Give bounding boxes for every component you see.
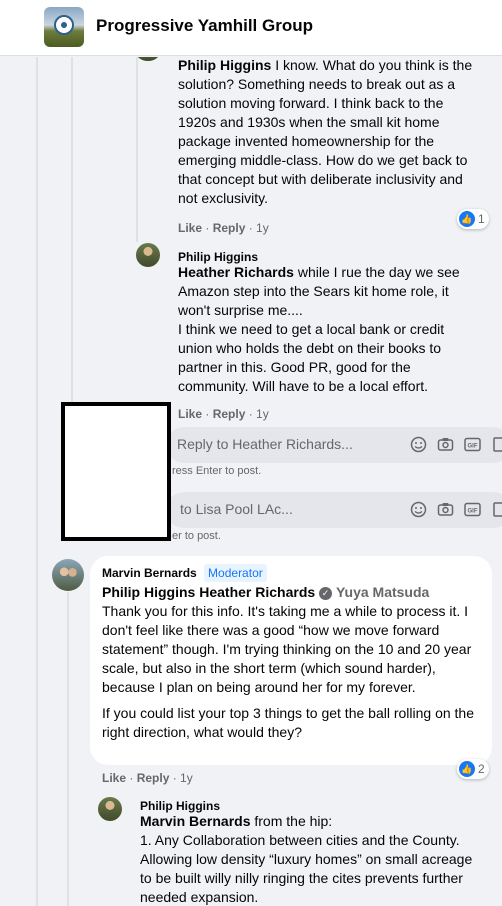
reply-button[interactable]: Reply — [213, 407, 246, 421]
avatar[interactable] — [52, 559, 84, 591]
thread-line — [67, 592, 69, 906]
comment-bubble: Philip Higgins I know. What do you think… — [166, 57, 494, 213]
camera-icon[interactable] — [437, 436, 454, 453]
thread-line — [36, 57, 38, 906]
reaction-count[interactable]: 👍 2 — [457, 759, 489, 779]
reply-placeholder: to Lisa Pool LAc... — [180, 501, 293, 517]
comment-author-row: Marvin Bernards Moderator — [102, 564, 267, 582]
moderator-badge: Moderator — [204, 564, 267, 582]
mention-link[interactable]: Heather Richards — [199, 584, 315, 600]
reply-input[interactable]: Reply to Heather Richards... GIF — [166, 427, 502, 463]
comment-actions: Like · Reply · 1y — [178, 407, 269, 421]
like-reaction-icon: 👍 — [459, 761, 475, 777]
avatar[interactable] — [136, 243, 160, 267]
camera-icon[interactable] — [437, 501, 454, 518]
comment-author[interactable]: Marvin Bernards — [102, 566, 197, 580]
mention-link[interactable]: Heather Richards — [178, 264, 294, 280]
comment-text-2: I think we need to get a local bank or c… — [178, 321, 445, 394]
like-button[interactable]: Like — [178, 221, 202, 235]
mention-link[interactable]: Philip Higgins — [102, 584, 195, 600]
comment-time[interactable]: 1y — [180, 771, 193, 785]
verified-icon: ✓ — [319, 587, 333, 600]
comment-author[interactable]: Philip Higgins — [178, 57, 271, 73]
reply-input[interactable]: to Lisa Pool LAc... GIF — [166, 492, 502, 528]
svg-text:GIF: GIF — [468, 509, 478, 515]
like-reaction-icon: 👍 — [459, 211, 475, 227]
group-avatar[interactable] — [44, 7, 84, 47]
mention-link[interactable]: Marvin Bernards — [140, 813, 250, 829]
gif-icon[interactable]: GIF — [464, 436, 481, 453]
comment-bubble: Philip Higgins Heather Richards while I … — [166, 241, 492, 401]
redaction-box — [61, 402, 171, 541]
emoji-icon[interactable] — [410, 436, 427, 453]
group-name[interactable]: Progressive Yamhill Group — [96, 16, 313, 36]
thread-line — [136, 57, 138, 242]
reply-placeholder: Reply to Heather Richards... — [177, 436, 353, 452]
avatar[interactable] — [98, 797, 122, 821]
comment-time[interactable]: 1y — [256, 407, 269, 421]
comment-text-2: 1. Any Collaboration between cities and … — [140, 832, 473, 905]
comment-text: from the hip: — [254, 813, 333, 829]
mention-link[interactable]: Yuya Matsuda — [336, 584, 429, 600]
gif-icon[interactable]: GIF — [464, 501, 481, 518]
group-header: Progressive Yamhill Group — [0, 0, 502, 56]
comment-text-2: If you could list your top 3 things to g… — [102, 705, 475, 740]
reaction-count[interactable]: 👍 1 — [457, 209, 489, 229]
comment-text: I know. What do you think is the solutio… — [178, 57, 473, 206]
comment-actions: Like · Reply · 1y — [102, 771, 193, 785]
emoji-icon[interactable] — [410, 501, 427, 518]
like-button[interactable]: Like — [102, 771, 126, 785]
comment-bubble: Marvin Bernards Moderator Philip Higgins… — [90, 556, 492, 765]
reply-hint: er to post. — [172, 530, 221, 542]
like-button[interactable]: Like — [178, 407, 202, 421]
comment-actions: Like · Reply · 1y — [178, 221, 269, 235]
reply-button[interactable]: Reply — [137, 771, 170, 785]
reply-hint: ress Enter to post. — [172, 465, 262, 477]
comment-bubble: Philip Higgins Marvin Bernards from the … — [128, 790, 492, 906]
avatar[interactable] — [136, 57, 160, 61]
comment-text: Thank you for this info. It's taking me … — [102, 603, 472, 695]
svg-text:GIF: GIF — [468, 444, 478, 450]
sticker-icon[interactable] — [492, 501, 502, 518]
sticker-icon[interactable] — [492, 436, 502, 453]
comment-time[interactable]: 1y — [256, 221, 269, 235]
reply-button[interactable]: Reply — [213, 221, 246, 235]
